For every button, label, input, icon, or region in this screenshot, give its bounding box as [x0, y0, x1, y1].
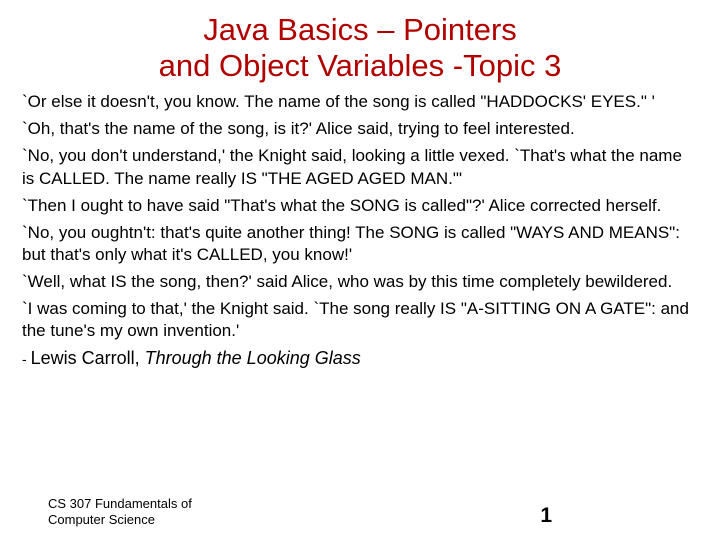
- slide-footer: CS 307 Fundamentals of Computer Science …: [48, 496, 672, 529]
- slide-container: Java Basics – Pointers and Object Variab…: [0, 0, 720, 540]
- slide-body: `Or else it doesn't, you know. The name …: [22, 91, 698, 370]
- paragraph: `I was coming to that,' the Knight said.…: [22, 298, 698, 342]
- title-line-2: and Object Variables -Topic 3: [159, 48, 562, 83]
- paragraph: `Oh, that's the name of the song, is it?…: [22, 118, 698, 140]
- slide-title: Java Basics – Pointers and Object Variab…: [22, 12, 698, 83]
- paragraph: `Or else it doesn't, you know. The name …: [22, 91, 698, 113]
- attribution: - Lewis Carroll, Through the Looking Gla…: [22, 347, 698, 370]
- paragraph: `Well, what IS the song, then?' said Ali…: [22, 271, 698, 293]
- page-number: 1: [540, 504, 552, 528]
- paragraph: `No, you don't understand,' the Knight s…: [22, 145, 698, 189]
- footer-course: CS 307 Fundamentals of Computer Science: [48, 496, 248, 529]
- attribution-book: Through the Looking Glass: [145, 348, 361, 368]
- attribution-author: Lewis Carroll,: [31, 348, 140, 368]
- attribution-dash: -: [22, 351, 31, 367]
- paragraph: `Then I ought to have said "That's what …: [22, 195, 698, 217]
- title-line-1: Java Basics – Pointers: [203, 12, 517, 47]
- paragraph: `No, you oughtn't: that's quite another …: [22, 222, 698, 266]
